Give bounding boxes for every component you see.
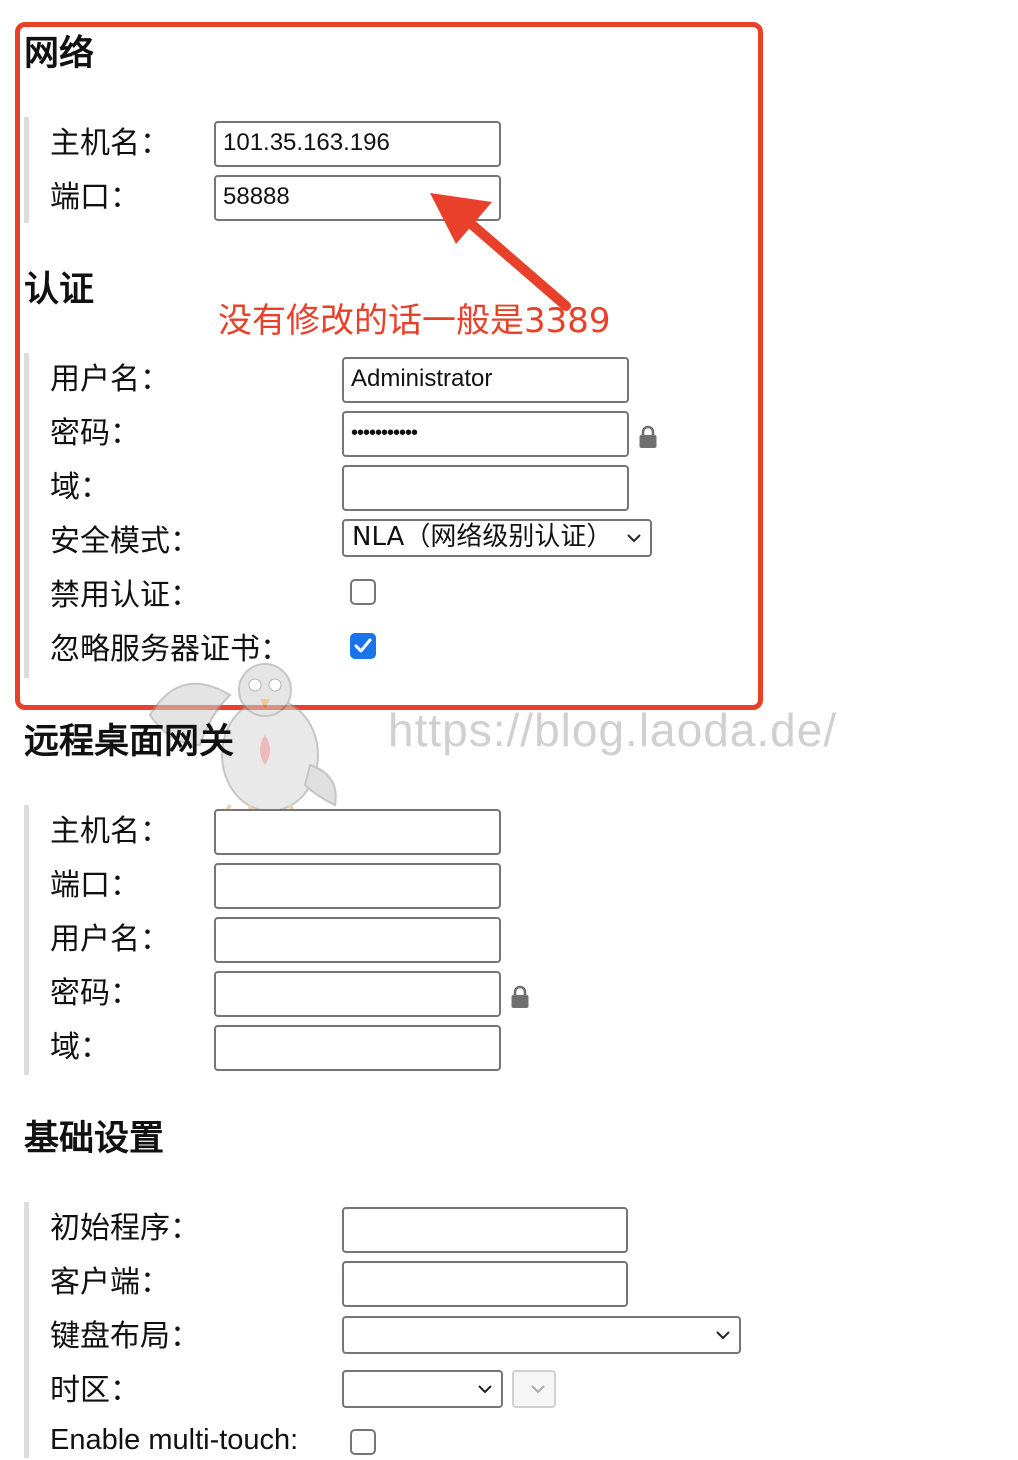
auth-domain-label: 域：	[50, 470, 110, 505]
gateway-domain-input[interactable]	[214, 1025, 501, 1071]
multitouch-label: Enable multi-touch:	[50, 1424, 299, 1456]
gateway-domain-label: 域：	[50, 1030, 110, 1065]
network-port-label: 端口：	[50, 180, 140, 215]
timezone-label: 时区：	[50, 1373, 140, 1408]
initial-program-input[interactable]	[342, 1207, 628, 1253]
gateway-heading: 远程桌面网关	[24, 722, 235, 762]
auth-section-bar	[24, 353, 29, 678]
auth-disable-auth-label: 禁用认证：	[50, 578, 200, 613]
gateway-password-label: 密码：	[50, 976, 140, 1011]
timezone-select[interactable]	[342, 1370, 503, 1408]
watermark-text: https://blog.laoda.de/	[388, 704, 838, 756]
gateway-username-label: 用户名：	[50, 922, 170, 957]
chevron-down-icon	[478, 1385, 492, 1394]
basic-heading: 基础设置	[24, 1119, 165, 1159]
auth-domain-input[interactable]	[342, 465, 629, 511]
network-section-bar	[24, 117, 29, 223]
annotation-text: 没有修改的话一般是3389	[218, 301, 611, 341]
keyboard-layout-select[interactable]	[342, 1316, 741, 1354]
security-mode-value: NLA（网络级别认证）	[352, 522, 613, 552]
initial-program-label: 初始程序：	[50, 1211, 200, 1246]
checkmark-icon	[354, 638, 372, 653]
timezone-region-select[interactable]	[512, 1370, 556, 1408]
chevron-down-icon	[716, 1331, 730, 1340]
auth-password-label: 密码：	[50, 416, 140, 451]
auth-security-mode-label: 安全模式：	[50, 524, 200, 559]
gateway-port-label: 端口：	[50, 868, 140, 903]
gateway-section-bar	[24, 805, 29, 1075]
gateway-password-input[interactable]	[214, 971, 501, 1017]
network-heading: 网络	[24, 34, 95, 74]
auth-password-input[interactable]: •••••••••••	[342, 411, 629, 457]
lock-icon	[511, 985, 529, 1008]
auth-heading: 认证	[24, 270, 95, 310]
chevron-down-icon	[627, 534, 641, 543]
auth-username-input[interactable]: Administrator	[342, 357, 629, 403]
client-input[interactable]	[342, 1261, 628, 1307]
ignore-cert-checkbox[interactable]	[350, 633, 376, 659]
network-hostname-input[interactable]: 101.35.163.196	[214, 121, 501, 167]
gateway-hostname-input[interactable]	[214, 809, 501, 855]
red-arrow-icon	[430, 193, 571, 311]
gateway-username-input[interactable]	[214, 917, 501, 963]
multitouch-checkbox[interactable]	[350, 1429, 376, 1455]
basic-section-bar	[24, 1202, 29, 1458]
gateway-hostname-label: 主机名：	[50, 814, 170, 849]
gateway-port-input[interactable]	[214, 863, 501, 909]
network-hostname-label: 主机名：	[50, 126, 170, 161]
client-label: 客户端：	[50, 1265, 170, 1300]
lock-icon	[639, 425, 657, 448]
chevron-down-icon	[531, 1385, 545, 1394]
auth-username-label: 用户名：	[50, 362, 170, 397]
disable-auth-checkbox[interactable]	[350, 579, 376, 605]
security-mode-select[interactable]: NLA（网络级别认证）	[342, 519, 652, 557]
keyboard-layout-label: 键盘布局：	[50, 1319, 200, 1354]
